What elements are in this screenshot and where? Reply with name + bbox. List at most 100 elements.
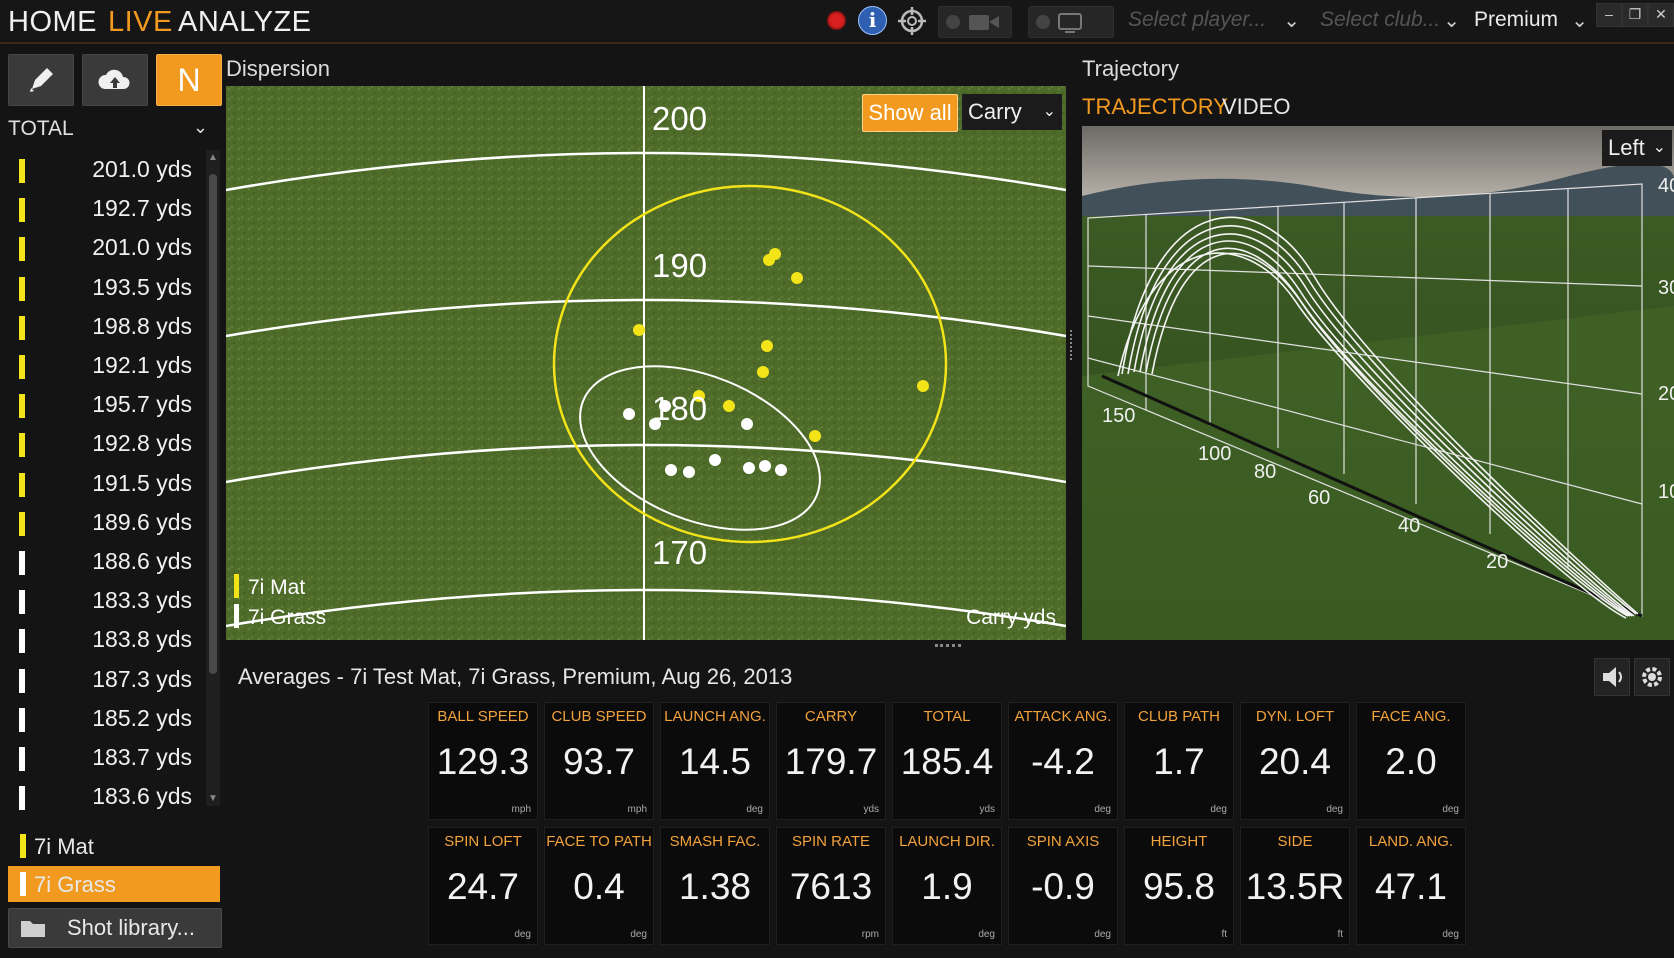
cloud-upload-button[interactable] <box>82 54 148 106</box>
normalize-button[interactable]: N <box>156 54 222 106</box>
height-label: 10 <box>1658 481 1674 503</box>
metric-unit: deg <box>1326 804 1343 815</box>
grass-shot-point[interactable] <box>623 408 635 420</box>
metric-value: 1.38 <box>678 866 751 907</box>
shot-row[interactable]: 183.8 yds <box>0 620 200 659</box>
shot-row[interactable]: 188.6 yds <box>0 542 200 581</box>
shot-row[interactable]: 189.6 yds <box>0 503 200 542</box>
minimize-button[interactable]: – <box>1596 3 1622 27</box>
grass-shot-point[interactable] <box>759 460 771 472</box>
shot-library-button[interactable]: Shot library... <box>8 908 222 948</box>
mat-shot-point[interactable] <box>633 324 645 336</box>
nav-analyze[interactable]: ANALYZE <box>178 6 312 39</box>
mat-shot-point[interactable] <box>917 380 929 392</box>
grass-shot-point[interactable] <box>775 464 787 476</box>
grass-shot-point[interactable] <box>741 418 753 430</box>
scroll-up-icon[interactable]: ▲ <box>208 152 218 163</box>
shot-color-marker <box>19 472 25 497</box>
group-7i-grass[interactable]: 7i Grass <box>8 866 220 902</box>
shot-row[interactable]: 201.0 yds <box>0 228 200 267</box>
bottom-splitter[interactable] <box>935 644 961 651</box>
grass-shot-point[interactable] <box>683 466 695 478</box>
info-button[interactable]: i <box>857 6 887 36</box>
metric-unit: deg <box>1210 804 1227 815</box>
metric-value: 2.0 <box>1385 741 1437 782</box>
ground-distance-label: 40 <box>1398 515 1420 537</box>
dispersion-plot[interactable]: 200 190 180 170 7i Mat 7i Grass Carry yd… <box>226 86 1066 640</box>
metric-unit: deg <box>1094 929 1111 940</box>
trajectory-title: Trajectory <box>1082 56 1179 81</box>
nav-home[interactable]: HOME <box>8 6 97 39</box>
metric-unit: mph <box>627 804 647 815</box>
grass-shot-point[interactable] <box>743 462 755 474</box>
shot-row[interactable]: 201.0 yds <box>0 150 200 189</box>
metric-tile: SMASH FAC. 1.38 <box>660 827 770 945</box>
legend-mat-swatch <box>234 574 239 598</box>
legend-grass-swatch <box>234 604 239 628</box>
view-angle-select[interactable]: Left ⌄ <box>1602 130 1672 166</box>
shot-distance: 193.5 yds <box>92 273 192 300</box>
distance-label-180: 180 <box>652 390 707 427</box>
shot-row[interactable]: 193.5 yds <box>0 268 200 307</box>
tab-video[interactable]: VIDEO <box>1222 94 1290 120</box>
chevron-down-icon: ⌄ <box>1443 10 1460 32</box>
shot-color-marker <box>19 394 25 419</box>
shot-row[interactable]: 183.6 yds <box>0 777 200 816</box>
shot-row[interactable]: 191.5 yds <box>0 464 200 503</box>
crosshair-icon <box>898 7 926 35</box>
group-7i-mat[interactable]: 7i Mat <box>8 828 220 864</box>
shot-row[interactable]: 198.8 yds <box>0 307 200 346</box>
shot-color-marker <box>19 707 25 732</box>
metric-value: 14.5 <box>678 741 751 782</box>
monitor-toggle[interactable] <box>1028 6 1114 38</box>
info-icon: i <box>858 6 887 35</box>
sound-button[interactable] <box>1594 658 1630 696</box>
mat-shot-point[interactable] <box>723 400 735 412</box>
grass-shot-point[interactable] <box>665 464 677 476</box>
mat-shot-point[interactable] <box>769 248 781 260</box>
record-button[interactable] <box>822 6 850 36</box>
target-button[interactable] <box>896 6 928 36</box>
dispersion-mode-select[interactable]: Carry ⌄ <box>962 94 1062 130</box>
player-select[interactable]: Select player... ⌄ <box>1128 8 1300 36</box>
mat-color-swatch <box>20 834 26 858</box>
ground-distance-label: 100 <box>1198 443 1231 465</box>
pencil-button[interactable] <box>8 54 74 106</box>
scroll-down-icon[interactable]: ▼ <box>208 793 218 804</box>
shot-row[interactable]: 195.7 yds <box>0 385 200 424</box>
ball-select[interactable]: Premium ⌄ <box>1474 8 1588 36</box>
shot-row[interactable]: 192.8 yds <box>0 424 200 463</box>
metric-tile: CARRY 179.7 yds <box>776 702 886 820</box>
settings-button[interactable] <box>1634 658 1670 696</box>
mat-shot-point[interactable] <box>791 272 803 284</box>
shot-list-scrollbar[interactable]: ▲ ▼ <box>206 150 220 806</box>
scroll-thumb[interactable] <box>209 174 217 674</box>
axis-label: Carry yds <box>966 606 1056 629</box>
camera-toggle[interactable] <box>938 6 1012 38</box>
grass-shot-point[interactable] <box>709 454 721 466</box>
shot-row[interactable]: 192.1 yds <box>0 346 200 385</box>
mat-shot-point[interactable] <box>757 366 769 378</box>
close-button[interactable]: ✕ <box>1648 3 1674 27</box>
shot-row[interactable]: 192.7 yds <box>0 189 200 228</box>
metric-unit: deg <box>630 929 647 940</box>
mat-shot-point[interactable] <box>809 430 821 442</box>
tab-trajectory[interactable]: TRAJECTORY <box>1082 94 1228 120</box>
panel-splitter[interactable] <box>1070 330 1078 360</box>
restore-button[interactable]: ❐ <box>1622 3 1648 27</box>
shot-distance: 183.8 yds <box>92 626 192 653</box>
shot-row[interactable]: 183.3 yds <box>0 581 200 620</box>
metric-unit: ft <box>1337 929 1343 940</box>
club-select[interactable]: Select club... ⌄ <box>1320 8 1460 36</box>
trajectory-view[interactable]: 150 100 80 60 40 20 40 30 20 10 <box>1082 126 1674 640</box>
sort-select[interactable]: TOTAL ⌄ <box>8 117 216 145</box>
metric-tile: LAND. ANG. 47.1 deg <box>1356 827 1466 945</box>
metric-unit: rpm <box>861 929 879 940</box>
shot-row[interactable]: 187.3 yds <box>0 660 200 699</box>
show-all-button[interactable]: Show all <box>862 94 958 132</box>
nav-live[interactable]: LIVE <box>108 6 173 39</box>
metric-tile: FACE ANG. 2.0 deg <box>1356 702 1466 820</box>
mat-shot-point[interactable] <box>761 340 773 352</box>
shot-row[interactable]: 183.7 yds <box>0 738 200 777</box>
shot-row[interactable]: 185.2 yds <box>0 699 200 738</box>
